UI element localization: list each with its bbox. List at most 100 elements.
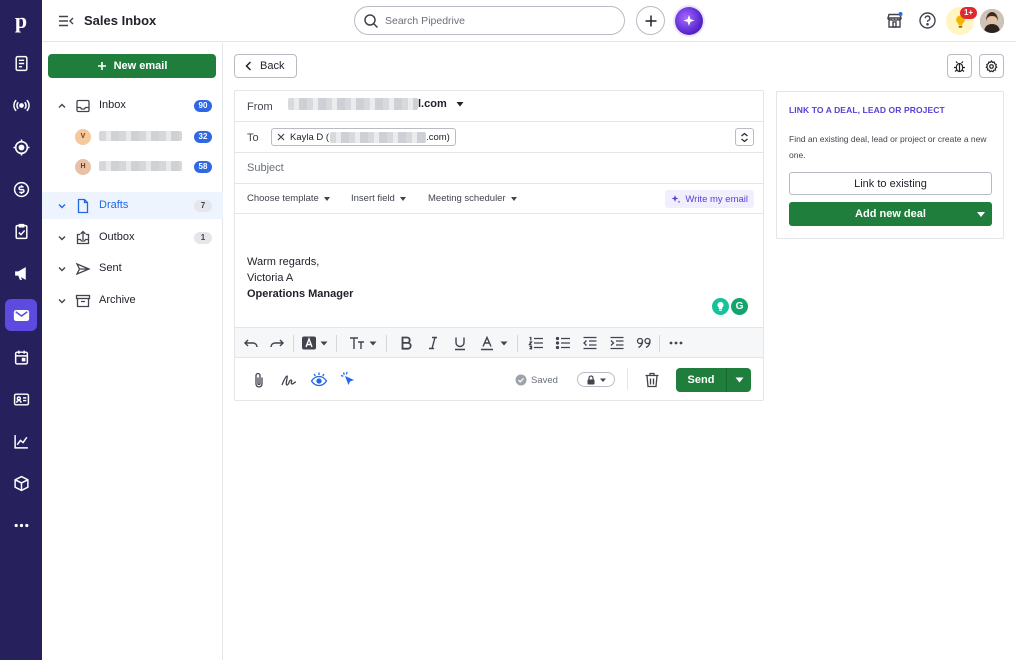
add-new-deal-button[interactable]: Add new deal	[789, 202, 992, 226]
more-icon[interactable]	[5, 509, 37, 541]
save-status: Saved	[515, 374, 558, 386]
outbox-icon	[76, 230, 90, 245]
quick-add-button[interactable]	[636, 6, 665, 35]
ai-assistant-button[interactable]	[675, 7, 703, 35]
inbox-account-item[interactable]: H 58	[42, 153, 223, 180]
inbox-account-item[interactable]: V 32	[42, 123, 223, 150]
dollar-icon[interactable]	[5, 173, 37, 205]
redacted-account-email	[99, 131, 182, 141]
signature-line[interactable]: Warm regards,	[247, 256, 319, 268]
text-color-highlight-icon[interactable]	[300, 335, 318, 351]
bullet-list-icon[interactable]	[554, 335, 572, 351]
folder-label: Archive	[99, 294, 136, 306]
deals-icon[interactable]	[5, 131, 37, 163]
more-options-icon[interactable]	[667, 335, 685, 351]
from-selector[interactable]: l.com	[288, 98, 465, 110]
insert-field-dropdown[interactable]: Insert field	[351, 193, 406, 204]
signature-title[interactable]: Operations Manager	[247, 288, 353, 300]
to-label: To	[247, 132, 259, 144]
leads-icon[interactable]	[5, 47, 37, 79]
search-box[interactable]	[354, 6, 625, 35]
italic-icon[interactable]	[424, 335, 442, 351]
campaigns-icon[interactable]	[5, 89, 37, 121]
meeting-scheduler-dropdown[interactable]: Meeting scheduler	[428, 193, 517, 204]
check-circle-icon	[515, 374, 527, 386]
undo-icon[interactable]	[242, 335, 260, 351]
font-size-icon[interactable]	[348, 335, 366, 351]
plus-icon	[97, 62, 106, 70]
new-email-button[interactable]: New email	[48, 54, 216, 78]
marketplace-icon[interactable]	[885, 11, 904, 30]
unread-count-badge: 90	[194, 100, 212, 112]
folder-drafts[interactable]: Drafts 7	[42, 192, 223, 219]
page-title: Sales Inbox	[84, 13, 157, 28]
link-panel-description: Find an existing deal, lead or project o…	[789, 134, 987, 160]
numbered-list-icon[interactable]	[527, 335, 545, 351]
tips-badge: 1+	[960, 7, 977, 19]
contacts-icon[interactable]	[5, 383, 37, 415]
send-button[interactable]: Send	[676, 368, 727, 392]
subject-input[interactable]	[247, 159, 747, 177]
chevron-down-icon[interactable]	[57, 296, 67, 306]
recipient-name: Kayla D (	[290, 131, 330, 143]
folder-outbox[interactable]: Outbox 1	[42, 224, 223, 251]
close-icon[interactable]	[277, 133, 285, 141]
expand-vertical-icon	[741, 132, 748, 142]
quote-icon[interactable]	[635, 335, 653, 351]
folder-inbox[interactable]: Inbox 90	[42, 92, 223, 119]
link-to-existing-button[interactable]: Link to existing	[789, 172, 992, 195]
redo-icon[interactable]	[268, 335, 286, 351]
chevron-left-icon	[245, 61, 252, 71]
write-my-email-button[interactable]: Write my email	[665, 190, 754, 208]
search-input[interactable]	[385, 12, 615, 30]
sparkle-icon	[683, 15, 695, 26]
caret-down-icon[interactable]	[319, 335, 329, 351]
attachment-icon[interactable]	[250, 371, 268, 389]
folder-sent[interactable]: Sent	[42, 255, 223, 282]
folder-archive[interactable]: Archive	[42, 287, 223, 314]
font-color-icon[interactable]	[478, 335, 496, 351]
grammarly-icon[interactable]: G	[731, 298, 748, 315]
meeting-scheduler-label: Meeting scheduler	[428, 193, 506, 204]
signature-name[interactable]: Victoria A	[247, 272, 293, 284]
calendar-icon[interactable]	[5, 341, 37, 373]
chevron-down-icon[interactable]	[57, 233, 67, 243]
archive-icon	[75, 294, 91, 308]
indent-icon[interactable]	[608, 335, 626, 351]
trash-icon[interactable]	[643, 371, 661, 389]
user-avatar[interactable]	[980, 9, 1004, 33]
caret-down-icon[interactable]	[499, 335, 509, 351]
activities-icon[interactable]	[5, 215, 37, 247]
email-tracking-icon[interactable]	[310, 371, 328, 389]
settings-button[interactable]	[979, 54, 1004, 78]
mail-icon[interactable]	[5, 299, 37, 331]
help-icon[interactable]	[918, 11, 937, 30]
grammarly-assist-icon[interactable]	[712, 298, 729, 315]
pipedrive-logo[interactable]: p	[0, 0, 42, 42]
expand-recipients-button[interactable]	[735, 128, 754, 146]
insights-icon[interactable]	[5, 425, 37, 457]
caret-down-icon[interactable]	[977, 212, 985, 217]
bug-report-button[interactable]	[947, 54, 972, 78]
chevron-down-icon[interactable]	[57, 201, 67, 211]
chevron-down-icon[interactable]	[57, 264, 67, 274]
caret-down-icon[interactable]	[368, 335, 378, 351]
products-icon[interactable]	[5, 467, 37, 499]
underline-icon[interactable]	[451, 335, 469, 351]
privacy-dropdown[interactable]	[577, 372, 615, 387]
back-button[interactable]: Back	[234, 54, 297, 78]
send-options-button[interactable]	[727, 368, 751, 392]
recipient-chip[interactable]: Kayla D ( .com)	[271, 128, 456, 146]
composer-options-row: Choose template Insert field Meeting sch…	[235, 184, 763, 214]
from-row: From l.com	[235, 91, 763, 122]
signature-icon[interactable]	[280, 371, 298, 389]
bold-icon[interactable]	[397, 335, 415, 351]
megaphone-icon[interactable]	[5, 257, 37, 289]
chevron-up-icon[interactable]	[57, 101, 67, 111]
choose-template-dropdown[interactable]: Choose template	[247, 193, 330, 204]
collapse-menu-icon[interactable]	[57, 12, 75, 30]
unread-count-badge: 58	[194, 161, 212, 173]
outdent-icon[interactable]	[581, 335, 599, 351]
account-avatar: H	[75, 159, 91, 175]
link-tracking-icon[interactable]	[340, 371, 358, 389]
